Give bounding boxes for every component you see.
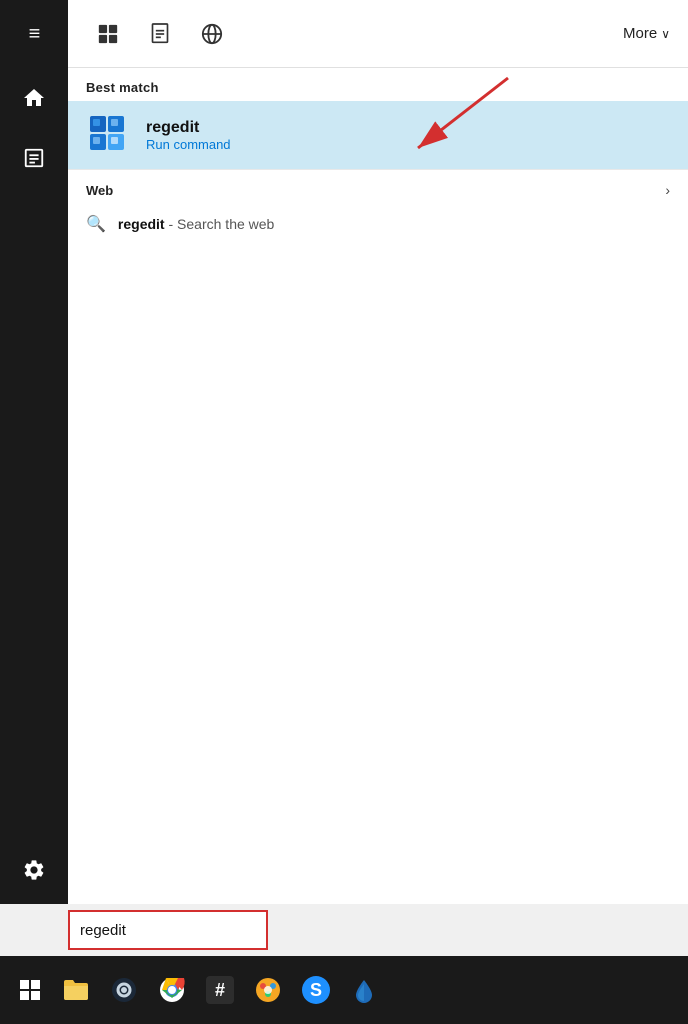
apps-tab-icon[interactable] (86, 12, 130, 56)
search-panel: More ∨ Best match (68, 0, 688, 1024)
paint-icon (254, 976, 282, 1004)
start-menu: ≡ (0, 0, 688, 1024)
search-bar-area: regedit (0, 904, 688, 956)
documents-button[interactable] (10, 134, 58, 182)
drop-icon (350, 976, 378, 1004)
search-icon: 🔍 (86, 214, 106, 234)
settings-button[interactable] (10, 846, 58, 894)
sidebar: ≡ (0, 0, 68, 1024)
taskbar: # S (0, 956, 688, 1024)
s-app-button[interactable]: S (294, 968, 338, 1012)
windows-logo-icon (20, 980, 40, 1000)
paint-app-button[interactable] (246, 968, 290, 1012)
top-bar: More ∨ (68, 0, 688, 68)
more-button[interactable]: More ∨ (623, 25, 670, 42)
web-header-label: Web (86, 183, 665, 198)
best-match-header: Best match (68, 68, 688, 101)
s-icon: S (302, 976, 330, 1004)
search-input-value: regedit (80, 922, 126, 939)
web-search-result[interactable]: 🔍 regedit - Search the web (68, 206, 688, 246)
home-button[interactable] (10, 74, 58, 122)
documents-tab-icon[interactable] (138, 12, 182, 56)
chrome-button[interactable] (150, 968, 194, 1012)
folder-icon (62, 978, 90, 1002)
hashtag-app-button[interactable]: # (198, 968, 242, 1012)
steam-icon (110, 976, 138, 1004)
best-match-text: regedit Run command (146, 119, 231, 152)
best-match-app-name: regedit (146, 119, 231, 137)
file-explorer-button[interactable] (54, 968, 98, 1012)
web-chevron-icon: › (665, 182, 670, 198)
more-chevron-icon: ∨ (661, 27, 670, 41)
drop-app-button[interactable] (342, 968, 386, 1012)
hashtag-icon: # (206, 976, 234, 1004)
best-match-app-type: Run command (146, 137, 231, 152)
web-section[interactable]: Web › (68, 169, 688, 206)
search-input-box[interactable]: regedit (68, 910, 268, 950)
best-match-result[interactable]: regedit Run command (68, 101, 688, 169)
hamburger-menu-button[interactable]: ≡ (10, 10, 58, 58)
web-result-text: regedit - Search the web (118, 216, 274, 232)
start-button[interactable] (8, 968, 52, 1012)
chrome-icon (158, 976, 186, 1004)
web-tab-icon[interactable] (190, 12, 234, 56)
results-area: Best match regedit Run com (68, 68, 688, 1024)
steam-button[interactable] (102, 968, 146, 1012)
regedit-app-icon (86, 112, 132, 158)
